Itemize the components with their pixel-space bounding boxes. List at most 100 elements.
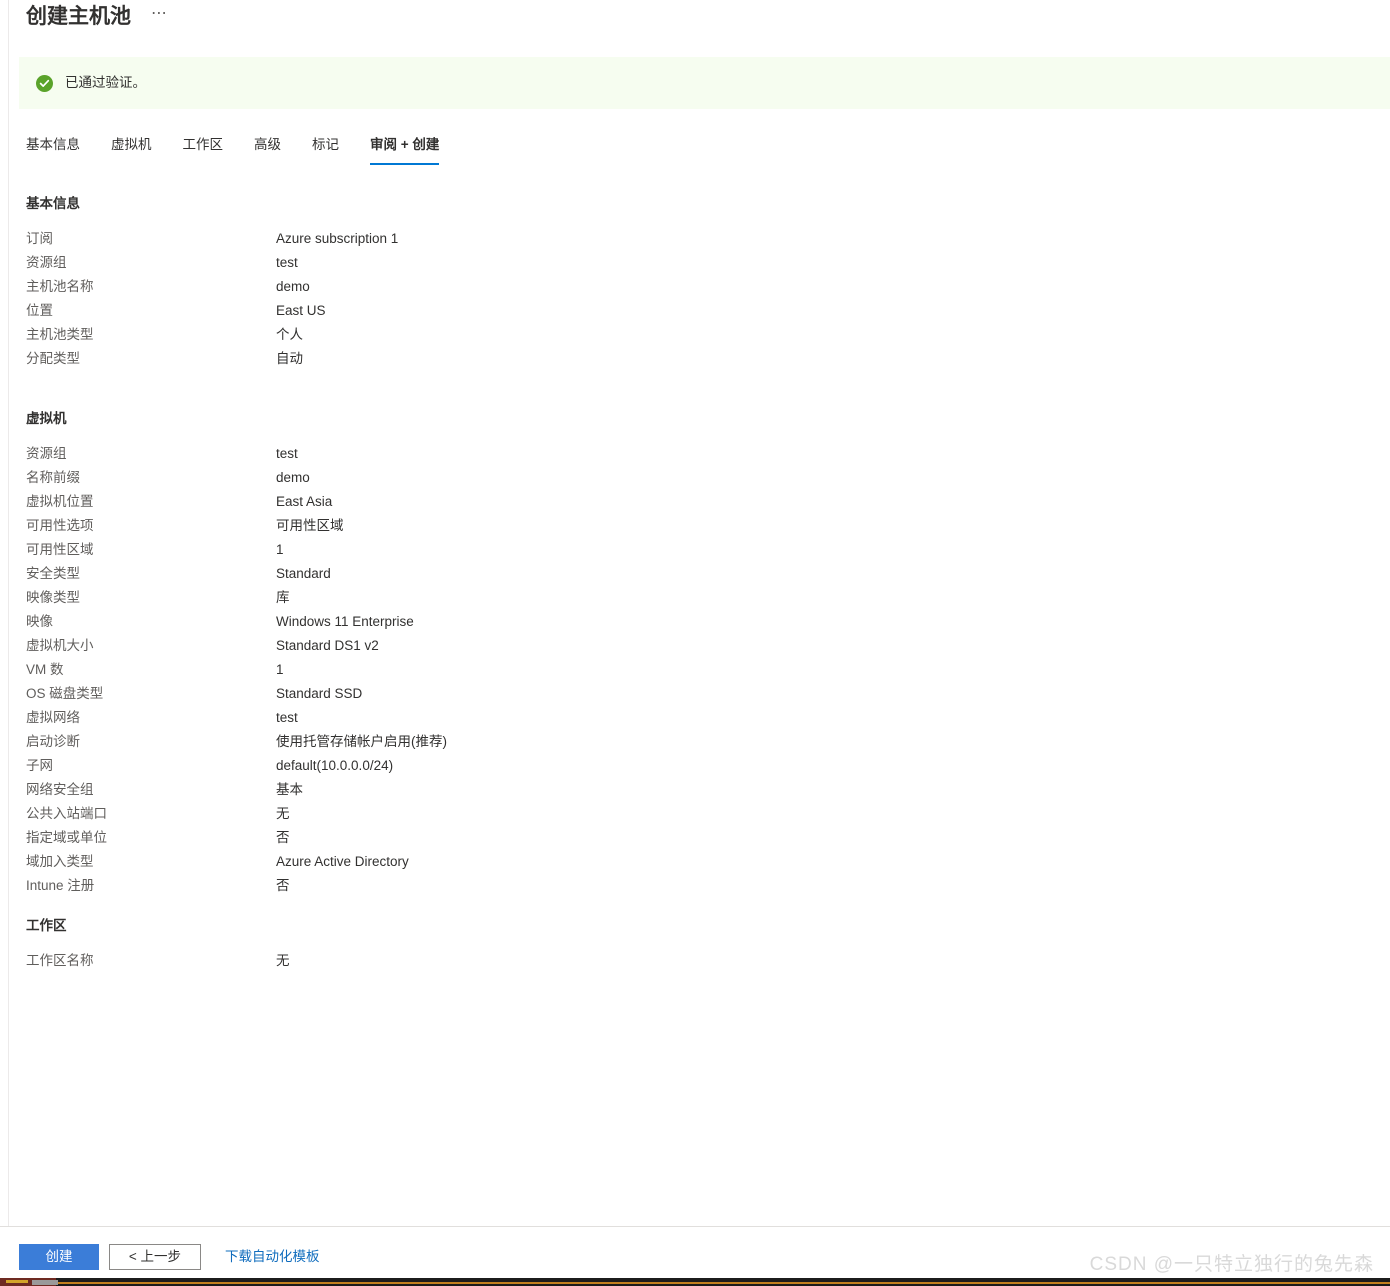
label-name-prefix: 名称前缀 <box>26 470 80 485</box>
value-subscription: Azure subscription 1 <box>276 231 399 246</box>
label-intune-enrollment: Intune 注册 <box>26 878 95 893</box>
value-network-security-group: 基本 <box>276 782 303 797</box>
label-availability-zone: 可用性区域 <box>26 542 94 557</box>
validation-banner-text: 已通过验证。 <box>65 75 146 90</box>
section-basics: 基本信息 订阅 Azure subscription 1 资源组 test 主机… <box>26 194 1356 371</box>
csdn-watermark: CSDN @一只特立独行的兔先森 <box>1089 1254 1374 1275</box>
row-vm-resource-group: 资源组 test <box>26 442 1356 466</box>
label-image-type: 映像类型 <box>26 590 80 605</box>
background-window-sliver <box>0 1278 1390 1286</box>
value-workspace-name: 无 <box>276 953 290 968</box>
label-subscription: 订阅 <box>26 231 53 246</box>
wizard-tabs: 基本信息 虚拟机 工作区 高级 标记 审阅 + 创建 <box>26 133 440 165</box>
blade-header: 创建主机池 ⋯ <box>26 2 171 32</box>
label-workspace-name: 工作区名称 <box>26 953 94 968</box>
value-security-type: Standard <box>276 566 331 581</box>
row-image: 映像 Windows 11 Enterprise <box>26 610 1356 634</box>
background-window-taskbar <box>32 1280 58 1285</box>
row-host-pool-type: 主机池类型 个人 <box>26 323 1356 347</box>
value-image: Windows 11 Enterprise <box>276 614 414 629</box>
row-public-inbound-ports: 公共入站端口 无 <box>26 802 1356 826</box>
tab-workspace[interactable]: 工作区 <box>183 133 224 165</box>
value-vm-resource-group: test <box>276 446 298 461</box>
row-security-type: 安全类型 Standard <box>26 562 1356 586</box>
tab-review-create[interactable]: 审阅 + 创建 <box>370 133 440 165</box>
label-host-pool-type: 主机池类型 <box>26 327 94 342</box>
label-assignment-type: 分配类型 <box>26 351 80 366</box>
value-public-inbound-ports: 无 <box>276 806 290 821</box>
value-image-type: 库 <box>276 590 290 605</box>
value-domain-join-type: Azure Active Directory <box>276 854 409 869</box>
row-vm-location: 虚拟机位置 East Asia <box>26 490 1356 514</box>
value-vm-location: East Asia <box>276 494 333 509</box>
row-network-security-group: 网络安全组 基本 <box>26 778 1356 802</box>
success-check-icon <box>36 74 53 92</box>
row-workspace-name: 工作区名称 无 <box>26 949 1356 973</box>
validation-banner: 已通过验证。 <box>19 57 1390 109</box>
label-specify-domain-or-unit: 指定域或单位 <box>26 830 107 845</box>
value-specify-domain-or-unit: 否 <box>276 830 290 845</box>
create-host-pool-blade: 创建主机池 ⋯ 已通过验证。 基本信息 虚拟机 工作区 高级 标记 审阅 + 创… <box>0 0 1390 1226</box>
label-public-inbound-ports: 公共入站端口 <box>26 806 107 821</box>
blade-left-rail <box>8 0 9 1226</box>
label-virtual-network: 虚拟网络 <box>26 710 80 725</box>
label-availability-option: 可用性选项 <box>26 518 94 533</box>
section-title-workspace: 工作区 <box>26 918 67 933</box>
row-intune-enrollment: Intune 注册 否 <box>26 874 1356 898</box>
value-assignment-type: 自动 <box>276 351 303 366</box>
value-virtual-network: test <box>276 710 298 725</box>
label-resource-group: 资源组 <box>26 255 67 270</box>
label-boot-diagnostics: 启动诊断 <box>26 734 80 749</box>
section-workspace: 工作区 工作区名称 无 <box>26 916 1356 973</box>
tab-advanced[interactable]: 高级 <box>254 133 281 165</box>
value-intune-enrollment: 否 <box>276 878 290 893</box>
label-network-security-group: 网络安全组 <box>26 782 94 797</box>
value-availability-zone: 1 <box>276 542 284 557</box>
section-title-basics: 基本信息 <box>26 196 80 211</box>
label-location: 位置 <box>26 303 53 318</box>
row-subnet: 子网 default(10.0.0.0/24) <box>26 754 1356 778</box>
background-window-edge-strip <box>58 1282 1390 1284</box>
tab-tags[interactable]: 标记 <box>312 133 339 165</box>
background-window-accent <box>6 1280 28 1283</box>
download-automation-template-link[interactable]: 下载自动化模板 <box>225 1245 320 1269</box>
label-os-disk-type: OS 磁盘类型 <box>26 686 104 701</box>
more-options-icon[interactable]: ⋯ <box>147 5 171 29</box>
row-virtual-network: 虚拟网络 test <box>26 706 1356 730</box>
section-virtual-machines: 虚拟机 资源组 test 名称前缀 demo 虚拟机位置 East Asia 可… <box>26 409 1356 898</box>
row-domain-join-type: 域加入类型 Azure Active Directory <box>26 850 1356 874</box>
section-title-virtual-machines: 虚拟机 <box>26 411 67 426</box>
row-vm-count: VM 数 1 <box>26 658 1356 682</box>
value-subnet: default(10.0.0.0/24) <box>276 758 394 773</box>
row-name-prefix: 名称前缀 demo <box>26 466 1356 490</box>
label-domain-join-type: 域加入类型 <box>26 854 94 869</box>
row-resource-group: 资源组 test <box>26 251 1356 275</box>
row-subscription: 订阅 Azure subscription 1 <box>26 227 1356 251</box>
create-button[interactable]: 创建 <box>19 1243 99 1270</box>
label-host-pool-name: 主机池名称 <box>26 279 94 294</box>
previous-button[interactable]: < 上一步 <box>109 1243 201 1270</box>
row-boot-diagnostics: 启动诊断 使用托管存储帐户启用(推荐) <box>26 730 1356 754</box>
value-availability-option: 可用性区域 <box>276 518 344 533</box>
row-assignment-type: 分配类型 自动 <box>26 347 1356 371</box>
label-security-type: 安全类型 <box>26 566 80 581</box>
row-vm-size: 虚拟机大小 Standard DS1 v2 <box>26 634 1356 658</box>
value-boot-diagnostics: 使用托管存储帐户启用(推荐) <box>276 734 447 749</box>
row-specify-domain-or-unit: 指定域或单位 否 <box>26 826 1356 850</box>
value-location: East US <box>276 303 326 318</box>
label-image: 映像 <box>26 614 53 629</box>
value-resource-group: test <box>276 255 298 270</box>
tab-virtual-machines[interactable]: 虚拟机 <box>111 133 152 165</box>
value-os-disk-type: Standard SSD <box>276 686 363 701</box>
row-availability-zone: 可用性区域 1 <box>26 538 1356 562</box>
label-subnet: 子网 <box>26 758 53 773</box>
value-vm-count: 1 <box>276 662 284 677</box>
review-content: 基本信息 订阅 Azure subscription 1 资源组 test 主机… <box>26 194 1356 973</box>
value-vm-size: Standard DS1 v2 <box>276 638 379 653</box>
label-vm-count: VM 数 <box>26 662 64 677</box>
row-host-pool-name: 主机池名称 demo <box>26 275 1356 299</box>
row-image-type: 映像类型 库 <box>26 586 1356 610</box>
tab-basics[interactable]: 基本信息 <box>26 133 80 165</box>
row-availability-option: 可用性选项 可用性区域 <box>26 514 1356 538</box>
label-vm-resource-group: 资源组 <box>26 446 67 461</box>
